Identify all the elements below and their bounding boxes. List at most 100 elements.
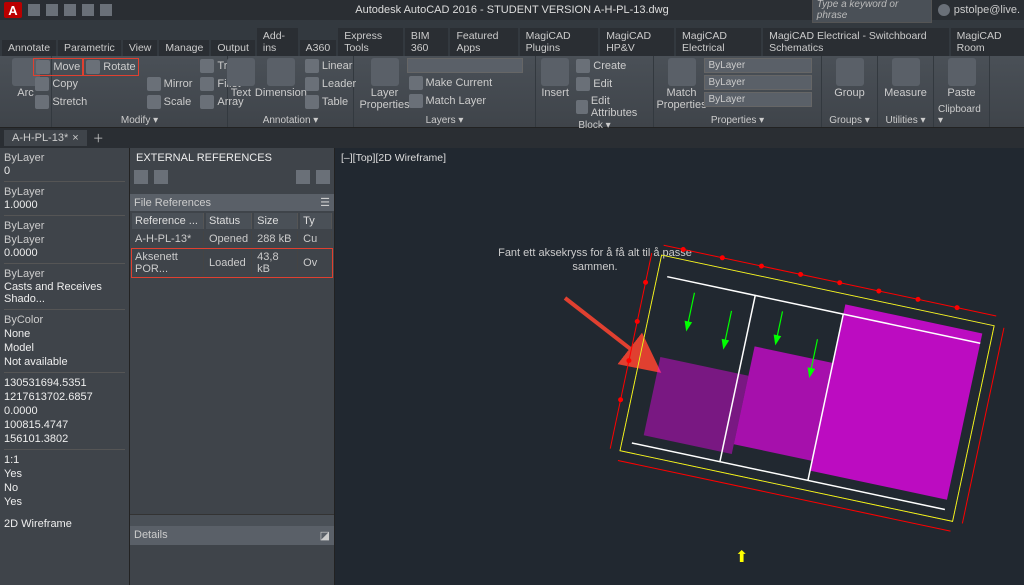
col-reference[interactable]: Reference ... <box>132 213 204 229</box>
tab-magicad-hpv[interactable]: MagiCAD HP&V <box>600 28 674 56</box>
insert-button[interactable]: Insert <box>540 58 570 99</box>
prop-value[interactable]: Casts and Receives Shado... <box>4 281 125 305</box>
prop-value[interactable]: None <box>4 328 125 340</box>
panel-label[interactable]: Annotation ▾ <box>263 115 319 126</box>
tab-view[interactable]: View <box>123 40 158 56</box>
panel-label[interactable]: Utilities ▾ <box>885 115 925 126</box>
prop-value[interactable]: Yes <box>4 468 125 480</box>
prop-value[interactable]: 1.0000 <box>4 199 125 211</box>
qat-icon[interactable] <box>28 4 40 16</box>
xref-row[interactable]: A-H-PL-13* Opened 288 kB Cu <box>132 231 332 247</box>
paste-button[interactable]: Paste <box>944 58 980 99</box>
prop-value[interactable]: No <box>4 482 125 494</box>
viewport-label[interactable]: [–][Top][2D Wireframe] <box>341 152 446 164</box>
rotate-button[interactable]: Rotate <box>84 59 137 75</box>
prop-value: 0.0000 <box>4 405 125 417</box>
view-icon[interactable] <box>296 170 310 184</box>
make-current-button[interactable]: Make Current <box>407 75 523 91</box>
lineweight-dropdown[interactable]: ByLayer <box>704 75 812 90</box>
panel-label[interactable]: Groups ▾ <box>829 115 870 126</box>
prop-label: ByLayer <box>4 186 125 198</box>
edit-attr-button[interactable]: Edit Attributes <box>574 94 649 120</box>
edit-button[interactable]: Edit <box>574 76 649 92</box>
layer-dropdown[interactable] <box>407 58 523 73</box>
panel-label[interactable]: Clipboard ▾ <box>938 104 985 126</box>
drawing-canvas[interactable]: [–][Top][2D Wireframe] Fant ett aksekrys… <box>335 148 1024 585</box>
color-dropdown[interactable]: ByLayer <box>704 58 812 73</box>
file-tab[interactable]: A-H-PL-13*× <box>4 130 87 146</box>
dimension-icon <box>267 58 295 86</box>
tab-magicad-room[interactable]: MagiCAD Room <box>951 28 1024 56</box>
linear-button[interactable]: Linear <box>303 58 358 74</box>
edit-icon <box>576 77 590 91</box>
measure-button[interactable]: Measure <box>888 58 924 99</box>
arc-label: Arc <box>17 87 34 99</box>
panel-label[interactable]: Modify ▾ <box>121 115 158 126</box>
linetype-dropdown[interactable]: ByLayer <box>704 92 812 107</box>
tab-addins[interactable]: Add-ins <box>257 28 298 56</box>
help-icon[interactable] <box>316 170 330 184</box>
tab-parametric[interactable]: Parametric <box>58 40 121 56</box>
qat-icon[interactable] <box>64 4 76 16</box>
tab-express[interactable]: Express Tools <box>338 28 403 56</box>
details-header[interactable]: Details◪ <box>130 526 334 545</box>
app-menu-button[interactable]: A <box>4 2 22 18</box>
tab-featured[interactable]: Featured Apps <box>450 28 517 56</box>
prop-value[interactable]: Yes <box>4 496 125 508</box>
xref-row[interactable]: Aksenett POR... Loaded 43,8 kB Ov <box>132 249 332 277</box>
prop-value[interactable]: 0 <box>4 165 125 177</box>
panel-clipboard: Paste Clipboard ▾ <box>934 56 990 127</box>
dimension-button[interactable]: Dimension <box>263 58 299 99</box>
mirror-button[interactable]: Mirror <box>145 76 195 92</box>
tab-a360[interactable]: A360 <box>300 40 337 56</box>
ribbon: Arc Move Rotate Copy Stretch Mirror Scal… <box>0 56 1024 128</box>
panel-label[interactable]: Properties ▾ <box>711 115 764 126</box>
horizontal-scrollbar[interactable] <box>130 514 334 526</box>
list-view-icon[interactable]: ☰ <box>320 196 330 209</box>
help-search[interactable]: Type a keyword or phrase <box>812 0 932 23</box>
prop-value[interactable]: Model <box>4 342 125 354</box>
col-status[interactable]: Status <box>206 213 252 229</box>
col-size[interactable]: Size <box>254 213 298 229</box>
tab-bim360[interactable]: BIM 360 <box>405 28 449 56</box>
qat-icon[interactable] <box>100 4 112 16</box>
table-icon <box>305 95 319 109</box>
panel-label[interactable]: Block ▾ <box>578 120 610 131</box>
external-references-palette: EXTERNAL REFERENCES File References☰ Ref… <box>130 148 335 585</box>
match-properties-button[interactable]: Match Properties <box>664 58 700 111</box>
table-button[interactable]: Table <box>303 94 358 110</box>
user-menu[interactable]: pstolpe@live. <box>938 4 1020 16</box>
create-button[interactable]: Create <box>574 58 649 74</box>
scale-button[interactable]: Scale <box>145 94 195 110</box>
qat-icon[interactable] <box>82 4 94 16</box>
copy-button[interactable]: Copy <box>33 76 89 92</box>
new-tab-button[interactable]: ＋ <box>93 130 104 146</box>
tab-output[interactable]: Output <box>211 40 255 56</box>
rotate-icon <box>86 60 100 74</box>
file-references-header[interactable]: File References☰ <box>130 194 334 211</box>
tab-annotate[interactable]: Annotate <box>2 40 56 56</box>
close-icon[interactable]: × <box>72 132 78 144</box>
move-button[interactable]: Move <box>34 59 82 75</box>
prop-value[interactable]: 2D Wireframe <box>4 518 125 530</box>
stretch-button[interactable]: Stretch <box>33 94 89 110</box>
attach-icon[interactable] <box>134 170 148 184</box>
text-button[interactable]: Text <box>223 58 259 99</box>
refresh-icon[interactable] <box>154 170 168 184</box>
panel-label[interactable]: Layers ▾ <box>426 115 464 126</box>
match-props-icon <box>668 58 696 86</box>
tab-magicad-elec[interactable]: MagiCAD Electrical <box>676 28 761 56</box>
group-button[interactable]: Group <box>832 58 868 99</box>
prop-value[interactable]: 0.0000 <box>4 247 125 259</box>
tab-magicad-plugins[interactable]: MagiCAD Plugins <box>520 28 599 56</box>
layer-properties-button[interactable]: Layer Properties <box>367 58 403 111</box>
qat-icon[interactable] <box>46 4 58 16</box>
expand-icon[interactable]: ◪ <box>320 529 330 542</box>
panel-layers: Layer Properties Make Current Match Laye… <box>354 56 536 127</box>
tab-manage[interactable]: Manage <box>159 40 209 56</box>
prop-value[interactable]: 1:1 <box>4 454 125 466</box>
match-layer-button[interactable]: Match Layer <box>407 93 523 109</box>
leader-button[interactable]: Leader <box>303 76 358 92</box>
tab-magicad-switchboard[interactable]: MagiCAD Electrical - Switchboard Schemat… <box>763 28 949 56</box>
col-type[interactable]: Ty <box>300 213 332 229</box>
